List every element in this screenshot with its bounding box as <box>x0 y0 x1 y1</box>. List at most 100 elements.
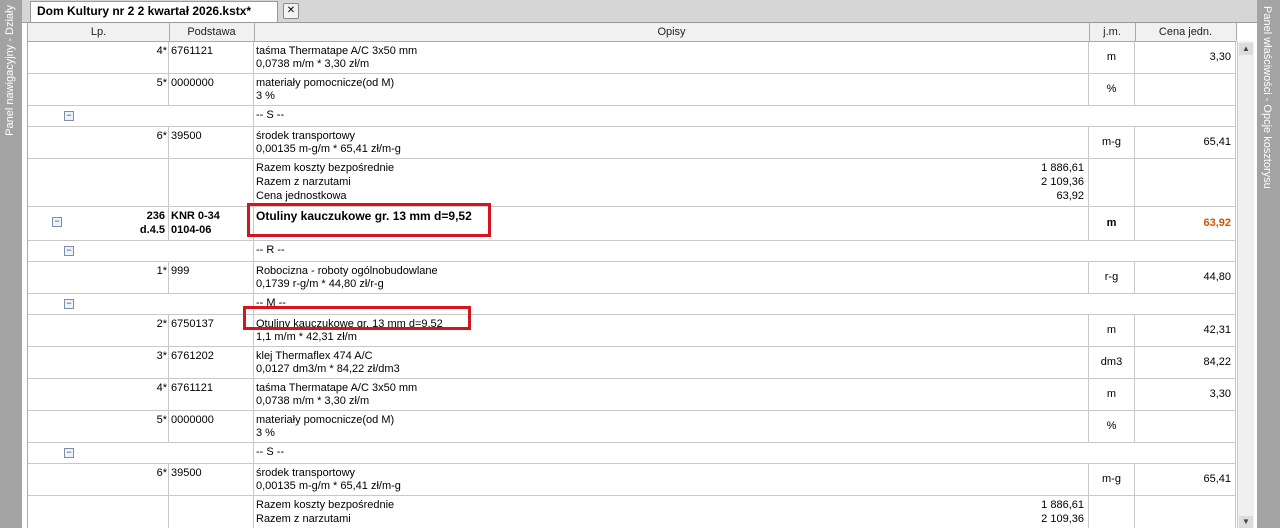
close-icon[interactable]: ✕ <box>283 3 299 19</box>
table-row[interactable]: 3* 6761202 klej Thermaflex 474 A/C 0,0127 d… <box>28 347 1236 379</box>
description-cell[interactable]: materiały pomocnicze(od M) 3 % <box>254 74 1089 105</box>
jm-cell[interactable]: m <box>1089 42 1135 73</box>
lp-cell[interactable] <box>76 106 254 126</box>
properties-panel[interactable]: Panel właściwości - Opcje kosztorysu <box>1257 0 1280 528</box>
section-cell[interactable]: -- R -- <box>254 241 1236 261</box>
lp-cell[interactable]: 6* <box>88 127 169 158</box>
jm-cell[interactable]: % <box>1089 411 1135 442</box>
description-cell[interactable]: Robocizna - roboty ogólnobudowlane 0,1739… <box>254 262 1089 293</box>
table-row[interactable]: 6* 39500 środek transportowy 0,00135 m-g/m … <box>28 127 1236 159</box>
price-cell[interactable]: 3,30 <box>1135 379 1236 410</box>
lp-cell[interactable]: 1* <box>88 262 169 293</box>
jm-cell[interactable]: m-g <box>1089 127 1135 158</box>
summary-cell[interactable]: Razem koszty bezpośrednie 1 886,61 Razem z… <box>254 159 1089 206</box>
section-row[interactable]: − -- R -- <box>28 241 1236 262</box>
tab-document[interactable]: Dom Kultury nr 2 2 kwartał 2026.kstx* <box>30 1 278 22</box>
description-cell[interactable]: taśma Thermatape A/C 3x50 mm 0,0738 m/m *… <box>254 379 1089 410</box>
table-row[interactable]: 1* 999 Robocizna - roboty ogólnobudowlane 0… <box>28 262 1236 294</box>
vertical-scrollbar[interactable]: ▲ ▼ <box>1237 41 1254 528</box>
table-row[interactable]: 6* 39500 środek transportowy 0,00135 m-g/m … <box>28 464 1236 496</box>
code-cell[interactable]: 0000000 <box>169 74 254 105</box>
section-cell[interactable]: -- S -- <box>254 443 1236 463</box>
lp-cell[interactable]: 2* <box>88 315 169 346</box>
cost-estimate-grid[interactable]: Lp. Podstawa Opisy j.m. Cena jedn. 4* 676… <box>27 23 1254 528</box>
code-cell[interactable]: 6750137 <box>169 315 254 346</box>
lp-cell[interactable]: 4* <box>88 379 169 410</box>
lp-cell[interactable]: 6* <box>88 464 169 495</box>
description-cell[interactable]: środek transportowy 0,00135 m-g/m * 65,41… <box>254 127 1089 158</box>
table-row[interactable]: 5* 0000000 materiały pomocnicze(od M) 3 %% <box>28 74 1236 106</box>
price-cell[interactable]: 3,30 <box>1135 42 1236 73</box>
price-cell[interactable]: 42,31 <box>1135 315 1236 346</box>
jm-cell[interactable] <box>1089 496 1135 528</box>
summary-row[interactable]: Razem koszty bezpośrednie 1 886,61 Razem z… <box>28 496 1236 528</box>
table-row[interactable]: 2* 6750137 Otuliny kauczukowe gr. 13 mm d=… <box>28 315 1236 347</box>
lp-cell[interactable] <box>76 294 254 314</box>
section-row[interactable]: − -- S -- <box>28 106 1236 127</box>
column-header-opisy[interactable]: Opisy <box>254 23 1090 41</box>
table-row[interactable]: 4* 6761121 taśma Thermatape A/C 3x50 mm 0,0… <box>28 42 1236 74</box>
description-cell[interactable]: środek transportowy 0,00135 m-g/m * 65,41… <box>254 464 1089 495</box>
code-cell[interactable]: 6761202 <box>169 347 254 378</box>
code-cell[interactable]: KNR 0-34 0104-06 <box>169 207 254 240</box>
column-header-lp[interactable]: Lp. <box>28 23 170 41</box>
code-cell[interactable]: 39500 <box>169 464 254 495</box>
scroll-up-icon[interactable]: ▲ <box>1239 43 1253 55</box>
jm-cell[interactable]: m <box>1089 315 1135 346</box>
price-cell[interactable] <box>1135 496 1236 528</box>
lp-cell[interactable]: 5* <box>88 74 169 105</box>
code-cell[interactable] <box>169 159 254 206</box>
scroll-down-icon[interactable]: ▼ <box>1239 516 1253 528</box>
lp-cell[interactable]: 5* <box>88 411 169 442</box>
jm-cell[interactable]: m-g <box>1089 464 1135 495</box>
table-row[interactable]: 5* 0000000 materiały pomocnicze(od M) 3 %% <box>28 411 1236 443</box>
code-cell[interactable] <box>169 496 254 528</box>
price-cell[interactable]: 63,92 <box>1135 207 1236 240</box>
column-header-cena[interactable]: Cena jedn. <box>1135 23 1237 41</box>
description-cell[interactable]: materiały pomocnicze(od M) 3 % <box>254 411 1089 442</box>
jm-cell[interactable]: m <box>1089 379 1135 410</box>
price-cell[interactable] <box>1135 411 1236 442</box>
description-cell[interactable]: taśma Thermatape A/C 3x50 mm 0,0738 m/m *… <box>254 42 1089 73</box>
code-cell[interactable]: 6761121 <box>169 379 254 410</box>
lp-cell[interactable]: 3* <box>88 347 169 378</box>
lp-cell[interactable] <box>76 443 254 463</box>
price-cell[interactable]: 44,80 <box>1135 262 1236 293</box>
lp-cell[interactable] <box>76 241 254 261</box>
section-cell[interactable]: -- S -- <box>254 106 1236 126</box>
jm-cell[interactable] <box>1089 159 1135 206</box>
price-cell[interactable]: 84,22 <box>1135 347 1236 378</box>
description-cell[interactable]: klej Thermaflex 474 A/C 0,0127 dm3/m * 84… <box>254 347 1089 378</box>
lp-cell[interactable] <box>76 496 169 528</box>
item-formula: 3 % <box>256 90 275 102</box>
jm-cell[interactable]: dm3 <box>1089 347 1135 378</box>
collapse-icon[interactable]: − <box>52 217 62 227</box>
jm-cell[interactable]: % <box>1089 74 1135 105</box>
collapse-icon[interactable]: − <box>64 111 74 121</box>
column-header-jm[interactable]: j.m. <box>1089 23 1136 41</box>
price-cell[interactable] <box>1135 159 1236 206</box>
lp-cell[interactable]: 236 d.4.5 <box>64 207 169 240</box>
navigation-panel[interactable]: Panel nawigacyjny - Działy <box>0 0 22 528</box>
lp-cell[interactable]: 4* <box>88 42 169 73</box>
column-header-podstawa[interactable]: Podstawa <box>169 23 255 41</box>
table-row[interactable]: 4* 6761121 taśma Thermatape A/C 3x50 mm 0,0… <box>28 379 1236 411</box>
code-cell[interactable]: 999 <box>169 262 254 293</box>
jm-cell[interactable]: m <box>1089 207 1135 240</box>
position-row[interactable]: −236 d.4.5 KNR 0-34 0104-06 Otuliny kauczuko… <box>28 207 1236 241</box>
section-row[interactable]: − -- S -- <box>28 443 1236 464</box>
section-row[interactable]: − -- M -- <box>28 294 1236 315</box>
code-cell[interactable]: 0000000 <box>169 411 254 442</box>
collapse-icon[interactable]: − <box>64 299 74 309</box>
collapse-icon[interactable]: − <box>64 448 74 458</box>
summary-row[interactable]: Razem koszty bezpośrednie 1 886,61 Razem z… <box>28 159 1236 207</box>
summary-cell[interactable]: Razem koszty bezpośrednie 1 886,61 Razem z… <box>254 496 1089 528</box>
price-cell[interactable] <box>1135 74 1236 105</box>
code-cell[interactable]: 39500 <box>169 127 254 158</box>
lp-cell[interactable] <box>76 159 169 206</box>
code-cell[interactable]: 6761121 <box>169 42 254 73</box>
jm-cell[interactable]: r-g <box>1089 262 1135 293</box>
price-cell[interactable]: 65,41 <box>1135 127 1236 158</box>
price-cell[interactable]: 65,41 <box>1135 464 1236 495</box>
collapse-icon[interactable]: − <box>64 246 74 256</box>
